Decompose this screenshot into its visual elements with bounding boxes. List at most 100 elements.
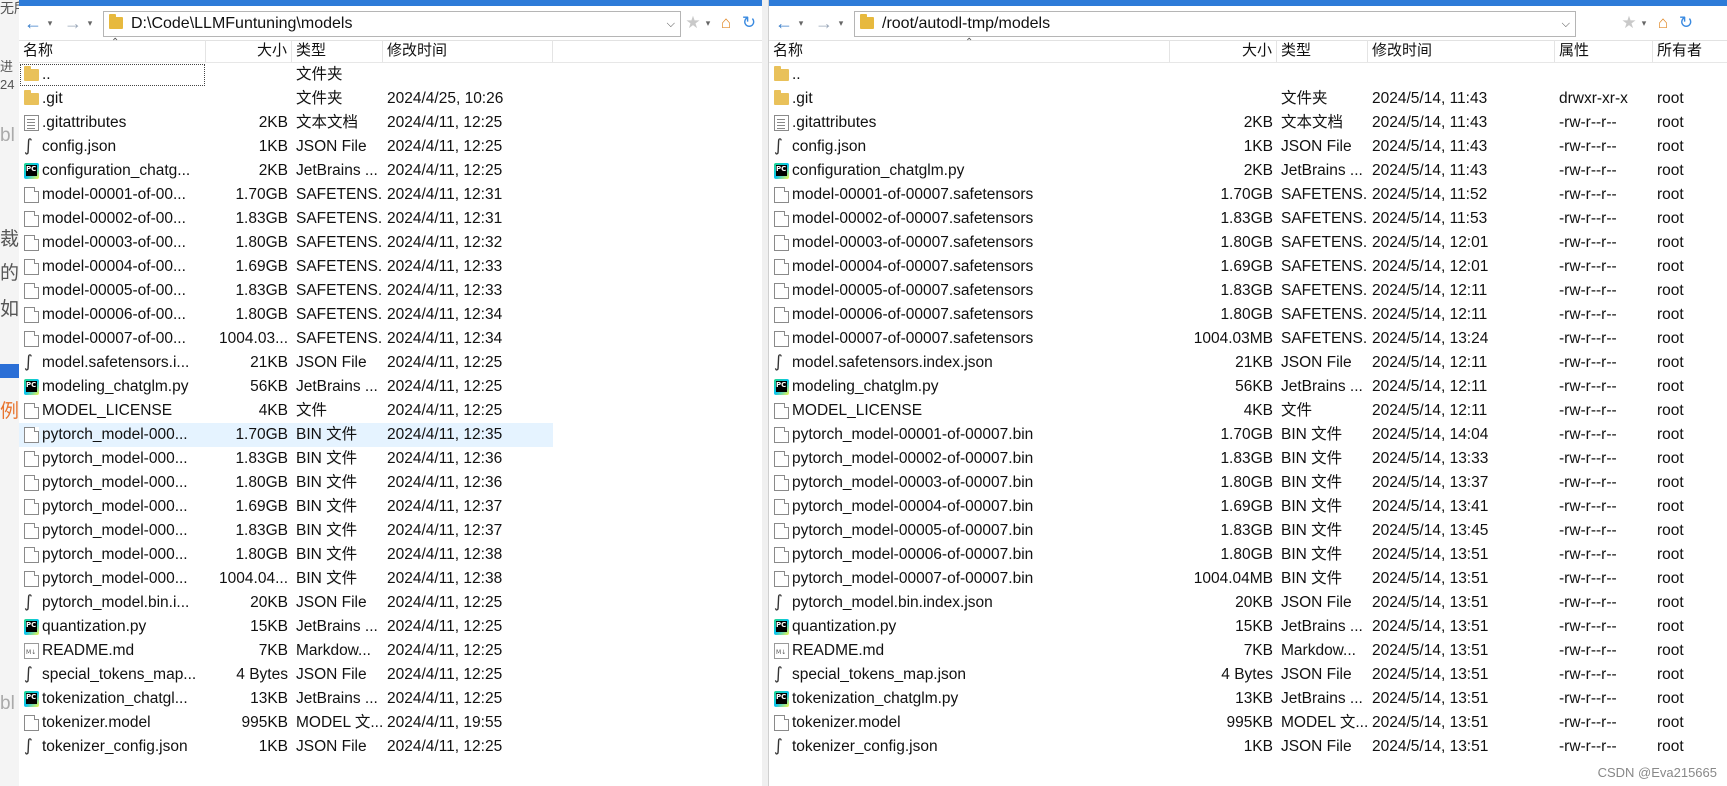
file-row[interactable]: PC modeling_chatglm.py 56KB JetBrains ... 20…: [19, 375, 762, 399]
file-row[interactable]: ∫ pytorch_model.bin.index.json 20KB JSON Fi…: [769, 591, 1727, 615]
arrow-left-icon[interactable]: ←: [774, 12, 794, 34]
file-row[interactable]: PC tokenization_chatglm.py 13KB JetBrains .…: [769, 687, 1727, 711]
file-size: 4 Bytes: [236, 666, 288, 683]
chevron-down-icon[interactable]: ▾: [45, 12, 55, 34]
file-row[interactable]: PC configuration_chatg... 2KB JetBrains ...…: [19, 159, 762, 183]
home-icon[interactable]: ⌂: [716, 13, 736, 33]
file-row[interactable]: tokenizer.model 995KB MODEL 文... 2024/4/11,…: [19, 711, 762, 735]
file-attributes: -rw-r--r--: [1559, 162, 1617, 179]
file-row[interactable]: pytorch_model-000... 1.83GB BIN 文件 2024/4/1…: [19, 447, 762, 471]
chevron-down-icon[interactable]: ▾: [85, 12, 95, 34]
file-owner: root: [1657, 618, 1684, 635]
file-row[interactable]: model-00002-of-00... 1.83GB SAFETENS... 202…: [19, 207, 762, 231]
file-row[interactable]: pytorch_model-000... 1004.04... BIN 文件 2024…: [19, 567, 762, 591]
chevron-down-icon[interactable]: ▾: [796, 12, 806, 34]
file-row[interactable]: ∫ config.json 1KB JSON File 2024/4/11, 12:25: [19, 135, 762, 159]
file-row[interactable]: ∫ pytorch_model.bin.i... 20KB JSON File 2024…: [19, 591, 762, 615]
file-row[interactable]: MODEL_LICENSE 4KB 文件 2024/5/14, 12:11 -rw-r-…: [769, 399, 1727, 423]
file-row[interactable]: model-00005-of-00007.safetensors 1.83GB SA…: [769, 279, 1727, 303]
chevron-down-icon[interactable]: ▾: [836, 12, 846, 34]
file-row[interactable]: ∫ model.safetensors.index.json 21KB JSON Fi…: [769, 351, 1727, 375]
column-modified[interactable]: 修改时间: [1368, 40, 1555, 62]
file-row[interactable]: PC quantization.py 15KB JetBrains ... 2024/4…: [19, 615, 762, 639]
star-icon[interactable]: ★: [1619, 13, 1639, 33]
local-path-field[interactable]: D:\Code\LLMFuntuning\models ⌵: [103, 11, 681, 37]
file-name: pytorch_model-000...: [42, 498, 188, 515]
file-row[interactable]: .. 文件夹: [19, 63, 762, 87]
file-modified: 2024/5/14, 13:51: [1372, 546, 1489, 563]
file-row[interactable]: ∫ model.safetensors.i... 21KB JSON File 2024…: [19, 351, 762, 375]
column-modified[interactable]: 修改时间: [383, 40, 553, 62]
column-owner[interactable]: 所有者: [1653, 40, 1727, 62]
file-row[interactable]: pytorch_model-000... 1.69GB BIN 文件 2024/4/1…: [19, 495, 762, 519]
file-row[interactable]: model-00006-of-00... 1.80GB SAFETENS... 202…: [19, 303, 762, 327]
arrow-right-icon[interactable]: →: [814, 12, 834, 34]
file-row[interactable]: PC configuration_chatglm.py 2KB JetBrains .…: [769, 159, 1727, 183]
file-row[interactable]: MODEL_LICENSE 4KB 文件 2024/4/11, 12:25: [19, 399, 762, 423]
file-row[interactable]: ∫ special_tokens_map.json 4 Bytes JSON File…: [769, 663, 1727, 687]
chevron-down-icon[interactable]: ▾: [1639, 12, 1649, 34]
file-row[interactable]: PC tokenization_chatgl... 13KB JetBrains ..…: [19, 687, 762, 711]
file-row[interactable]: pytorch_model-00001-of-00007.bin 1.70GB BI…: [769, 423, 1727, 447]
column-type[interactable]: 类型: [1277, 40, 1368, 62]
file-row[interactable]: pytorch_model-00003-of-00007.bin 1.80GB BI…: [769, 471, 1727, 495]
file-row[interactable]: model-00006-of-00007.safetensors 1.80GB SA…: [769, 303, 1727, 327]
column-type[interactable]: 类型: [292, 40, 383, 62]
file-row[interactable]: pytorch_model-000... 1.70GB BIN 文件 2024/4/1…: [19, 423, 553, 447]
file-row[interactable]: pytorch_model-00006-of-00007.bin 1.80GB BI…: [769, 543, 1727, 567]
column-size[interactable]: 大小: [206, 40, 292, 62]
chevron-down-icon[interactable]: ⌵: [1562, 12, 1570, 36]
star-icon[interactable]: ★: [683, 13, 703, 33]
file-row[interactable]: ∫ config.json 1KB JSON File 2024/5/14, 11:43…: [769, 135, 1727, 159]
remote-path-field[interactable]: /root/autodl-tmp/models ⌵: [854, 11, 1576, 37]
local-path-text[interactable]: D:\Code\LLMFuntuning\models: [131, 12, 352, 36]
file-row[interactable]: ∫ tokenizer_config.json 1KB JSON File 2024/4…: [19, 735, 762, 759]
file-row[interactable]: M↓ README.md 7KB Markdow... 2024/5/14, 13:51…: [769, 639, 1727, 663]
column-size[interactable]: 大小: [1170, 40, 1277, 62]
file-row[interactable]: PC quantization.py 15KB JetBrains ... 2024/5…: [769, 615, 1727, 639]
file-row[interactable]: .git 文件夹 2024/4/25, 10:26: [19, 87, 762, 111]
arrow-left-icon[interactable]: ←: [23, 12, 43, 34]
file-row[interactable]: pytorch_model-00005-of-00007.bin 1.83GB BI…: [769, 519, 1727, 543]
remote-path-text[interactable]: /root/autodl-tmp/models: [882, 12, 1050, 36]
file-row[interactable]: ..: [769, 63, 1727, 87]
file-row[interactable]: model-00004-of-00... 1.69GB SAFETENS... 202…: [19, 255, 762, 279]
file-attributes: -rw-r--r--: [1559, 714, 1617, 731]
file-type: SAFETENS...: [1281, 282, 1368, 299]
file-row[interactable]: model-00001-of-00007.safetensors 1.70GB SA…: [769, 183, 1727, 207]
file-row[interactable]: pytorch_model-000... 1.83GB BIN 文件 2024/4/1…: [19, 519, 762, 543]
file-row[interactable]: pytorch_model-000... 1.80GB BIN 文件 2024/4/1…: [19, 471, 762, 495]
column-attributes[interactable]: 属性: [1555, 40, 1653, 62]
refresh-icon[interactable]: ↻: [739, 13, 759, 33]
file-row[interactable]: PC modeling_chatglm.py 56KB JetBrains ... 20…: [769, 375, 1727, 399]
chevron-down-icon[interactable]: ▾: [703, 12, 713, 34]
file-row[interactable]: ∫ special_tokens_map... 4 Bytes JSON File 20…: [19, 663, 762, 687]
file-modified: 2024/5/14, 13:41: [1372, 498, 1489, 515]
file-row[interactable]: model-00007-of-00... 1004.03... SAFETENS..…: [19, 327, 762, 351]
file-row[interactable]: model-00002-of-00007.safetensors 1.83GB SA…: [769, 207, 1727, 231]
chevron-down-icon[interactable]: ⌵: [667, 12, 675, 36]
file-row[interactable]: pytorch_model-00007-of-00007.bin 1004.04M…: [769, 567, 1727, 591]
file-row[interactable]: pytorch_model-000... 1.80GB BIN 文件 2024/4/1…: [19, 543, 762, 567]
file-row[interactable]: pytorch_model-00002-of-00007.bin 1.83GB BI…: [769, 447, 1727, 471]
refresh-icon[interactable]: ↻: [1676, 13, 1696, 33]
file-row[interactable]: pytorch_model-00004-of-00007.bin 1.69GB BI…: [769, 495, 1727, 519]
file-name: config.json: [42, 138, 117, 155]
file-row[interactable]: tokenizer.model 995KB MODEL 文... 2024/5/14,…: [769, 711, 1727, 735]
file-row[interactable]: .gitattributes 2KB 文本文档 2024/4/11, 12:25: [19, 111, 762, 135]
file-row[interactable]: M↓ README.md 7KB Markdow... 2024/4/11, 12:25: [19, 639, 762, 663]
file-row[interactable]: model-00001-of-00... 1.70GB SAFETENS... 202…: [19, 183, 762, 207]
file-row[interactable]: model-00007-of-00007.safetensors 1004.03M…: [769, 327, 1727, 351]
file-row[interactable]: model-00003-of-00... 1.80GB SAFETENS... 202…: [19, 231, 762, 255]
file-row[interactable]: model-00004-of-00007.safetensors 1.69GB SA…: [769, 255, 1727, 279]
file-owner: root: [1657, 234, 1684, 251]
file-row[interactable]: model-00003-of-00007.safetensors 1.80GB SA…: [769, 231, 1727, 255]
arrow-right-icon[interactable]: →: [63, 12, 83, 34]
home-icon[interactable]: ⌂: [1653, 13, 1673, 33]
file-row[interactable]: .gitattributes 2KB 文本文档 2024/5/14, 11:43 -rw…: [769, 111, 1727, 135]
file-row[interactable]: model-00005-of-00... 1.83GB SAFETENS... 202…: [19, 279, 762, 303]
file-row[interactable]: .git 文件夹 2024/5/14, 11:43 drwxr-xr-x root: [769, 87, 1727, 111]
file-row[interactable]: ∫ tokenizer_config.json 1KB JSON File 2024/5…: [769, 735, 1727, 759]
file-size: 1.83GB: [1220, 450, 1273, 467]
file-type: BIN 文件: [296, 450, 358, 467]
